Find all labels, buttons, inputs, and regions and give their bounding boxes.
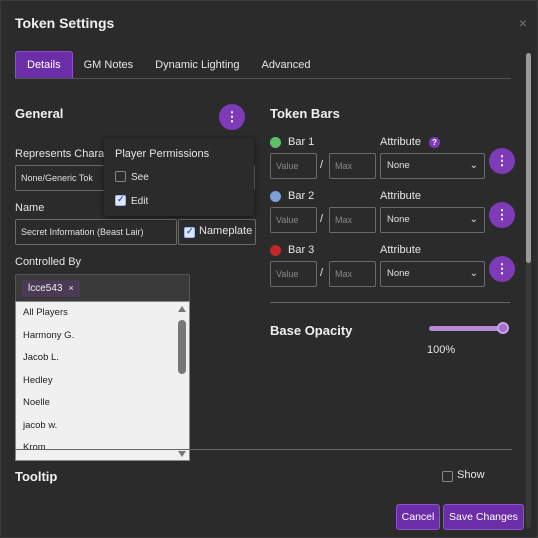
tab-divider	[15, 78, 511, 79]
chevron-down-icon: ⌄	[469, 160, 478, 171]
opacity-slider-track[interactable]	[429, 326, 505, 331]
bar2-attribute-label: Attribute	[380, 190, 421, 202]
token-bars-heading: Token Bars	[270, 106, 340, 121]
bar1-label: Bar 1	[288, 136, 315, 148]
tab-gm-notes[interactable]: GM Notes	[73, 51, 145, 79]
permissions-title: Player Permissions	[115, 148, 210, 160]
bar3-attribute-select[interactable]: None ⌄	[380, 261, 485, 287]
bar1-color-dot[interactable]	[270, 137, 281, 148]
bar3-label: Bar 3	[288, 244, 315, 256]
name-label: Name	[15, 202, 45, 214]
dialog-scrollbar[interactable]	[526, 53, 531, 528]
represents-label: Represents Chara	[15, 148, 105, 160]
base-opacity-heading: Base Opacity	[270, 323, 353, 338]
bar3-value-input[interactable]: Value	[270, 261, 317, 287]
controlled-by-label: Controlled By	[15, 256, 82, 268]
players-dropdown-list[interactable]: All Players Harmony G. Jacob L. Hedley N…	[15, 301, 190, 461]
list-scrollbar[interactable]	[176, 304, 188, 459]
see-label: See	[131, 172, 149, 183]
bar2-label: Bar 2	[288, 190, 315, 202]
help-icon[interactable]: ?	[429, 137, 440, 148]
tab-bar: Details GM Notes Dynamic Lighting Advanc…	[15, 51, 321, 79]
dialog-scrollbar-thumb[interactable]	[526, 53, 531, 263]
chip-remove-icon[interactable]: ×	[68, 283, 73, 293]
list-item[interactable]: Harmony G.	[16, 325, 189, 348]
general-more-button[interactable]: ⋮	[219, 104, 245, 130]
nameplate-label: Nameplate	[199, 225, 253, 237]
player-permissions-popover: Player Permissions See Edit	[104, 138, 254, 216]
tab-details[interactable]: Details	[15, 51, 73, 79]
chevron-down-icon: ⌄	[469, 214, 478, 225]
bar1-attribute-value: None	[387, 160, 410, 171]
bar1-more-button[interactable]: ⋮	[489, 148, 515, 174]
bar3-separator: /	[320, 267, 324, 279]
player-chip-label: lcce543	[28, 283, 63, 294]
bar3-more-button[interactable]: ⋮	[489, 256, 515, 282]
bar2-attribute-value: None	[387, 214, 410, 225]
scroll-up-icon[interactable]	[178, 306, 186, 312]
see-checkbox[interactable]	[115, 171, 126, 182]
tooltip-show-checkbox[interactable]	[442, 471, 453, 482]
bar3-attribute-label: Attribute	[380, 244, 421, 256]
bar2-attribute-select[interactable]: None ⌄	[380, 207, 485, 233]
nameplate-checkbox[interactable]	[184, 226, 195, 238]
tab-dynamic-lighting[interactable]: Dynamic Lighting	[144, 51, 250, 79]
list-scrollbar-thumb[interactable]	[178, 320, 186, 374]
bar1-value-input[interactable]: Value	[270, 153, 317, 179]
opacity-slider-handle[interactable]	[497, 322, 509, 334]
general-heading: General	[15, 106, 64, 121]
close-icon[interactable]: ×	[519, 15, 527, 31]
bar2-separator: /	[320, 213, 324, 225]
tooltip-divider	[15, 449, 512, 450]
list-item[interactable]: Hedley	[16, 370, 189, 393]
player-chip: lcce543 ×	[22, 280, 80, 297]
cancel-button[interactable]: Cancel	[396, 504, 440, 530]
scroll-down-icon[interactable]	[178, 451, 186, 457]
token-settings-dialog: Token Settings × Details GM Notes Dynami…	[0, 0, 538, 538]
chevron-down-icon: ⌄	[469, 268, 478, 279]
bar2-more-button[interactable]: ⋮	[489, 202, 515, 228]
list-item[interactable]: All Players	[16, 302, 189, 325]
tooltip-heading: Tooltip	[15, 469, 58, 484]
bar1-attribute-select[interactable]: None ⌄	[380, 153, 485, 179]
dialog-title: Token Settings	[15, 15, 115, 31]
bar1-attribute-label: Attribute	[380, 136, 421, 148]
name-input[interactable]: Secret Information (Beast Lair)	[15, 219, 177, 245]
save-changes-button[interactable]: Save Changes	[443, 504, 524, 530]
bar3-max-input[interactable]: Max	[329, 261, 376, 287]
bar1-max-input[interactable]: Max	[329, 153, 376, 179]
token-bars-divider	[270, 302, 510, 303]
list-item[interactable]: Noelle	[16, 392, 189, 415]
tooltip-show-label: Show	[457, 469, 485, 481]
tab-advanced[interactable]: Advanced	[251, 51, 322, 79]
nameplate-toggle[interactable]: Nameplate	[178, 219, 256, 245]
bar3-color-dot[interactable]	[270, 245, 281, 256]
edit-checkbox[interactable]	[115, 194, 126, 206]
bar2-value-input[interactable]: Value	[270, 207, 317, 233]
bar3-attribute-value: None	[387, 268, 410, 279]
list-item[interactable]: Jacob L.	[16, 347, 189, 370]
bar2-max-input[interactable]: Max	[329, 207, 376, 233]
controlled-by-input[interactable]: lcce543 ×	[15, 274, 190, 302]
opacity-value: 100%	[427, 344, 456, 356]
bar1-separator: /	[320, 159, 324, 171]
edit-label: Edit	[131, 196, 149, 207]
list-item[interactable]: jacob w.	[16, 415, 189, 438]
bar2-color-dot[interactable]	[270, 191, 281, 202]
